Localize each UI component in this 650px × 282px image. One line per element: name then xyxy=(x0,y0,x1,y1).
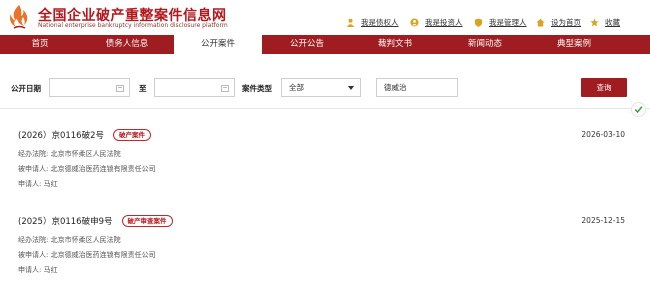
divider xyxy=(0,108,650,109)
calendar-icon xyxy=(221,85,229,92)
nav-debtor-info[interactable]: 债务人信息 xyxy=(80,35,174,54)
creditor-link[interactable]: 我是债权人 xyxy=(346,15,399,29)
case-applicant: 申请人: 马红 xyxy=(18,266,58,274)
person-circle-icon xyxy=(410,17,419,27)
set-homepage-label: 设为首页 xyxy=(551,17,581,27)
star-icon xyxy=(590,17,599,26)
nav-public-cases[interactable]: 公开案件 xyxy=(174,35,262,54)
home-icon xyxy=(536,18,545,27)
administrator-link-label: 我是管理人 xyxy=(489,17,527,27)
case-tag: 破产审查案件 xyxy=(121,215,173,227)
search-button[interactable]: 查询 xyxy=(581,78,627,97)
dropdown-arrow-icon xyxy=(348,86,354,90)
case-date: 2026-03-10 xyxy=(581,130,625,139)
nav-typical-cases[interactable]: 典型案例 xyxy=(532,35,616,54)
investor-link[interactable]: 我是投资人 xyxy=(410,15,463,29)
case-type-select[interactable]: 全部 xyxy=(281,78,361,97)
favorite-link[interactable]: 收藏 xyxy=(590,15,620,29)
case-type-selected: 全部 xyxy=(289,83,304,92)
check-icon xyxy=(634,106,643,114)
shield-icon xyxy=(474,17,483,27)
case-title-row[interactable]: (2025）京0116破申9号 破产审查案件 xyxy=(18,214,173,228)
start-date-input[interactable] xyxy=(49,78,130,97)
case-tag: 破产案件 xyxy=(113,129,151,141)
keyword-input[interactable]: 德威治 xyxy=(376,78,458,97)
case-date: 2025-12-15 xyxy=(581,216,625,225)
site-header: 全国企业破产重整案件信息网 National enterprise bankru… xyxy=(0,0,650,35)
calendar-icon xyxy=(116,85,124,92)
floating-check-button[interactable] xyxy=(631,102,646,117)
case-court: 经办法院: 北京市怀柔区人民法院 xyxy=(18,150,121,158)
administrator-link[interactable]: 我是管理人 xyxy=(474,15,527,29)
creditor-link-label: 我是债权人 xyxy=(361,17,399,27)
set-homepage-link[interactable]: 设为首页 xyxy=(536,15,581,29)
nav-home[interactable]: 首页 xyxy=(0,35,80,54)
nav-news[interactable]: 新闻动态 xyxy=(438,35,532,54)
keyword-value: 德威治 xyxy=(384,83,407,92)
case-respondent: 被申请人: 北京德威治医药连锁有限责任公司 xyxy=(18,165,156,173)
case-title-row[interactable]: (2026）京0116破2号 破产案件 xyxy=(18,128,151,142)
case-type-label: 案件类型 xyxy=(242,84,272,93)
nav-public-notices[interactable]: 公开公告 xyxy=(262,35,352,54)
case-applicant: 申请人: 马红 xyxy=(18,180,58,188)
nav-judgments[interactable]: 裁判文书 xyxy=(352,35,438,54)
case-number[interactable]: (2025）京0116破申9号 xyxy=(18,215,113,227)
date-label: 公开日期 xyxy=(11,84,41,93)
main-nav: 首页 债务人信息 公开案件 公开公告 裁判文书 新闻动态 典型案例 xyxy=(0,35,650,54)
favorite-link-label: 收藏 xyxy=(605,17,620,27)
case-respondent: 被申请人: 北京德威治医药连锁有限责任公司 xyxy=(18,251,156,259)
investor-link-label: 我是投资人 xyxy=(425,17,463,27)
user-icon xyxy=(346,18,355,27)
search-filter: 公开日期 至 案件类型 全部 德威治 查询 xyxy=(0,78,650,100)
case-number[interactable]: (2026）京0116破2号 xyxy=(18,129,104,141)
end-date-input[interactable] xyxy=(154,78,235,97)
to-label: 至 xyxy=(139,84,147,93)
case-court: 经办法院: 北京市怀柔区人民法院 xyxy=(18,236,121,244)
top-links: 我是债权人 我是投资人 我是管理人 设为首页 收藏 xyxy=(0,15,650,29)
